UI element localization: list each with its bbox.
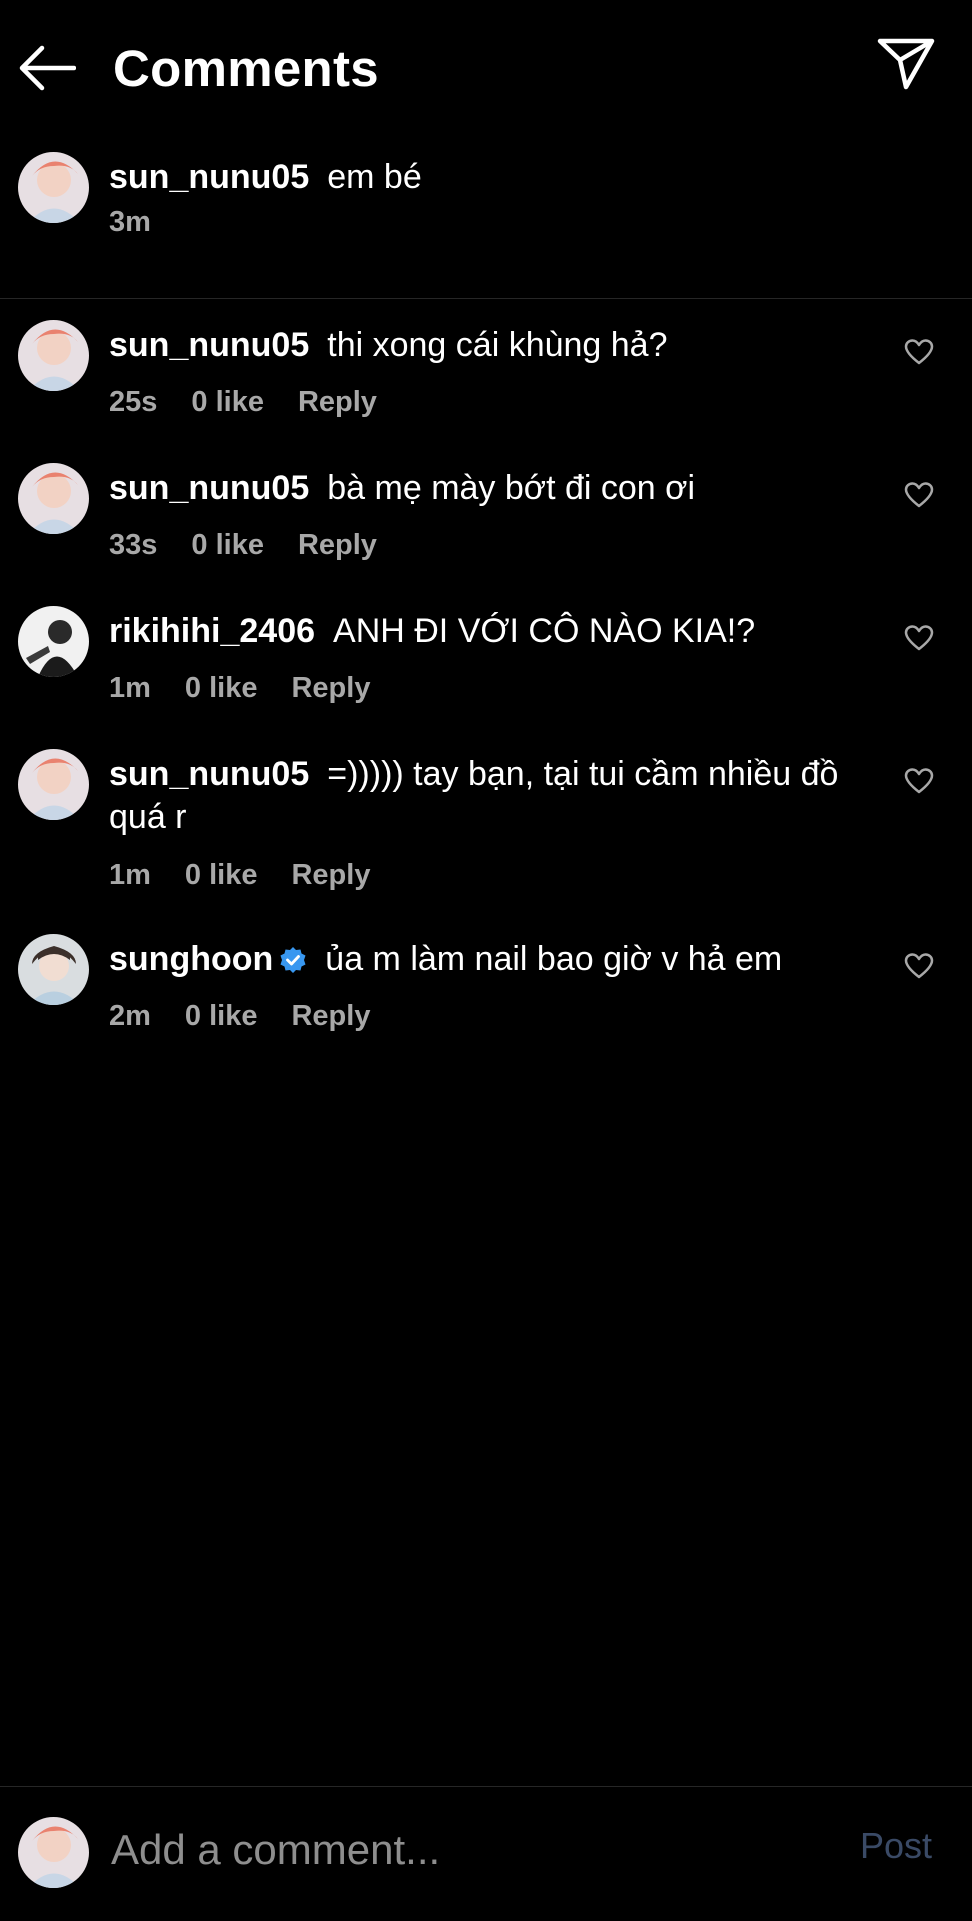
comment-time: 33s: [109, 529, 158, 561]
comment-text: sun_nunu05 bà mẹ mày bớt đi con ơi: [109, 467, 889, 510]
like-button[interactable]: [902, 621, 936, 655]
page-title: Comments: [113, 40, 379, 97]
comment-likes[interactable]: 0 like: [185, 672, 258, 704]
caption-meta: 3m: [109, 206, 185, 239]
like-button[interactable]: [902, 335, 936, 369]
comment-meta: 2m 0 like Reply: [109, 1000, 404, 1033]
comment-meta: 33s 0 like Reply: [109, 529, 411, 562]
share-button[interactable]: [876, 34, 936, 94]
comment-meta: 1m 0 like Reply: [109, 672, 404, 705]
comment-composer: Post: [0, 1786, 972, 1921]
comment-username[interactable]: sun_nunu05: [109, 326, 309, 364]
comment-time: 1m: [109, 672, 151, 704]
caption-username[interactable]: sun_nunu05: [109, 158, 309, 196]
caption-body: em bé: [327, 158, 422, 196]
like-button[interactable]: [902, 478, 936, 512]
caption-text: sun_nunu05 em bé: [109, 156, 889, 199]
comment-text: sunghoon ủa m làm nail bao giờ v hả em: [109, 938, 889, 981]
post-button[interactable]: Post: [860, 1825, 932, 1867]
comment-meta: 25s 0 like Reply: [109, 386, 411, 419]
avatar[interactable]: [18, 749, 89, 820]
comment-likes[interactable]: 0 like: [185, 859, 258, 891]
heart-icon: [904, 768, 934, 794]
comment-username[interactable]: rikihihi_2406: [109, 612, 315, 650]
comment-username[interactable]: sun_nunu05: [109, 755, 309, 793]
comment-likes[interactable]: 0 like: [185, 1000, 258, 1032]
avatar[interactable]: [18, 152, 89, 223]
reply-button[interactable]: Reply: [291, 1000, 370, 1032]
avatar: [18, 1817, 89, 1888]
heart-icon: [904, 339, 934, 365]
heart-icon: [904, 482, 934, 508]
caption-time: 3m: [109, 206, 151, 238]
comment-body: ANH ĐI VỚI CÔ NÀO KIA!?: [333, 612, 756, 650]
like-button[interactable]: [902, 764, 936, 798]
comment-text: rikihihi_2406 ANH ĐI VỚI CÔ NÀO KIA!?: [109, 610, 889, 653]
comment-time: 1m: [109, 859, 151, 891]
reply-button[interactable]: Reply: [298, 386, 377, 418]
comment-time: 2m: [109, 1000, 151, 1032]
verified-badge-icon: [280, 947, 306, 973]
comment-input[interactable]: [109, 1821, 833, 1879]
post-caption: sun_nunu05 em bé 3m: [0, 150, 972, 298]
reply-button[interactable]: Reply: [291, 672, 370, 704]
comment-text: sun_nunu05 =))))) tay bạn, tại tui cầm nh…: [109, 753, 879, 839]
avatar[interactable]: [18, 934, 89, 1005]
comment-meta: 1m 0 like Reply: [109, 859, 404, 892]
avatar[interactable]: [18, 606, 89, 677]
heart-icon: [904, 625, 934, 651]
avatar[interactable]: [18, 463, 89, 534]
comment-username[interactable]: sunghoon: [109, 940, 273, 978]
reply-button[interactable]: Reply: [298, 529, 377, 561]
comment-likes[interactable]: 0 like: [191, 386, 264, 418]
back-button[interactable]: [14, 40, 80, 96]
reply-button[interactable]: Reply: [291, 859, 370, 891]
comment-body: bà mẹ mày bớt đi con ơi: [327, 469, 695, 507]
divider: [0, 298, 972, 299]
comment-username[interactable]: sun_nunu05: [109, 469, 309, 507]
comment-body: ủa m làm nail bao giờ v hả em: [325, 940, 783, 978]
comment-time: 25s: [109, 386, 158, 418]
header-bar: Comments: [0, 0, 972, 140]
comment-text: sun_nunu05 thi xong cái khùng hả?: [109, 324, 889, 367]
like-button[interactable]: [902, 949, 936, 983]
comment-body: thi xong cái khùng hả?: [327, 326, 668, 364]
comment-likes[interactable]: 0 like: [191, 529, 264, 561]
avatar[interactable]: [18, 320, 89, 391]
heart-icon: [904, 953, 934, 979]
arrow-left-icon: [19, 45, 76, 91]
paper-plane-icon: [877, 38, 935, 90]
